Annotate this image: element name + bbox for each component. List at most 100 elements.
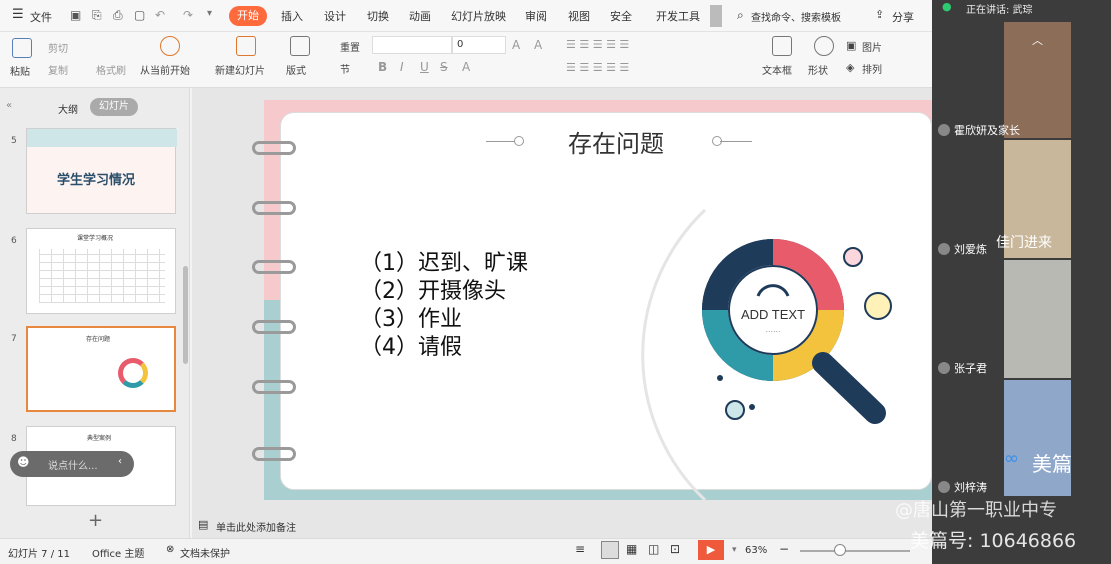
tab-design[interactable]: 设计 [324, 8, 346, 24]
cut-button[interactable]: 剪切 [48, 40, 68, 55]
underline-icon[interactable]: U [420, 60, 429, 74]
zoom-slider-thumb[interactable] [834, 544, 846, 556]
slide-number: 8 [11, 434, 17, 444]
add-slide-button[interactable]: + [88, 510, 103, 531]
tab-animations[interactable]: 动画 [409, 8, 431, 24]
undo-icon[interactable]: ↶ [155, 8, 165, 22]
file-menu[interactable]: 文件 [30, 9, 52, 25]
watermark-line2: 美篇号: 10646866 [910, 530, 1077, 552]
tab-home[interactable]: 开始 [229, 6, 267, 26]
tab-view[interactable]: 视图 [568, 8, 590, 24]
textbox-icon[interactable] [772, 36, 792, 56]
zoom-out-icon[interactable]: − [779, 542, 789, 556]
notes-toggle-icon[interactable]: ≡ [575, 542, 585, 556]
list-item: （3）作业 [360, 307, 462, 332]
bullets-icon[interactable]: ☰ ☰ ☰ ☰ ☰ [566, 38, 629, 51]
shape-button[interactable]: 形状 [808, 62, 828, 77]
layout-icon[interactable] [290, 36, 310, 56]
preview-icon[interactable]: ▢ [134, 8, 145, 22]
slide-thumbnail-7-selected[interactable]: 存在问题 [26, 326, 176, 412]
slide-title[interactable]: 存在问题 [568, 124, 664, 159]
share-button[interactable]: 分享 [892, 9, 914, 25]
shape-icon[interactable] [814, 36, 834, 56]
tab-developer[interactable]: 开发工具 [656, 8, 700, 24]
format-painter-button[interactable]: 格式刷 [96, 62, 126, 77]
increase-font-icon[interactable]: A [512, 38, 520, 52]
search-command-box[interactable]: 查找命令、搜索模板 [751, 9, 841, 24]
normal-view-icon[interactable] [601, 541, 619, 559]
slide-body-list[interactable]: （1）迟到、旷课 （2）开摄像头 （3）作业 （4）请假 [360, 250, 528, 362]
share-icon[interactable]: ⇪ [875, 8, 884, 21]
thumbnail-scrollbar[interactable] [183, 266, 188, 364]
sorter-view-icon[interactable]: ▦ [626, 542, 637, 556]
reset-button[interactable]: 重置 [340, 39, 360, 54]
participant-video[interactable]: ︿ [1004, 22, 1071, 138]
avatar [938, 243, 950, 255]
play-from-current-button[interactable]: 从当前开始 [140, 62, 190, 77]
decor-dot-small [749, 404, 755, 410]
new-slide-icon[interactable] [236, 36, 256, 56]
bold-icon[interactable]: B [378, 60, 387, 74]
font-size-select[interactable]: 0 [452, 36, 506, 54]
slide-thumbnail-5[interactable]: 学生学习情况 [26, 128, 177, 214]
tab-insert[interactable]: 插入 [281, 8, 303, 24]
decor-dot-small [717, 375, 723, 381]
tab-review[interactable]: 审阅 [525, 8, 547, 24]
reading-view-icon[interactable]: ◫ [648, 542, 659, 556]
save-icon[interactable]: ▣ [70, 8, 81, 22]
section-button[interactable]: 节 [340, 61, 350, 76]
picture-button[interactable]: 图片 [862, 39, 882, 54]
copy-button[interactable]: 复制 [48, 62, 68, 77]
participant-video[interactable]: 佳门进来 [996, 140, 1071, 258]
textbox-button[interactable]: 文本框 [762, 62, 792, 77]
tab-more-indicator[interactable] [710, 5, 722, 27]
chevron-left-icon[interactable]: ‹ [118, 456, 122, 467]
participant-video[interactable] [1004, 380, 1071, 496]
participant-name: 刘梓涛 [954, 481, 987, 494]
notes-area[interactable]: ▤ 单击此处添加备注 [198, 518, 498, 534]
chat-input[interactable]: ☻ 说点什么... ‹ [10, 451, 134, 477]
theme-name[interactable]: Office 主题 [92, 545, 144, 560]
play-slideshow-button[interactable]: ▶ [698, 540, 724, 560]
protection-status[interactable]: 文档未保护 [180, 545, 230, 560]
paste-button[interactable]: 粘贴 [10, 63, 30, 78]
collapse-panel-icon[interactable]: « [6, 100, 12, 111]
italic-icon[interactable]: I [400, 60, 404, 74]
emoji-icon[interactable]: ☻ [17, 455, 30, 469]
play-icon[interactable] [160, 36, 180, 56]
tab-slideshow[interactable]: 幻灯片放映 [451, 8, 506, 24]
tab-outline[interactable]: 大纲 [58, 101, 78, 116]
font-family-select[interactable] [372, 36, 452, 54]
presenter-view-icon[interactable]: ⊡ [670, 542, 680, 556]
arrange-icon[interactable]: ◈ [846, 61, 854, 74]
redo-icon[interactable]: ↷ [183, 8, 193, 22]
zoom-level[interactable]: 63% [745, 545, 767, 556]
print-icon[interactable]: ⎙ [113, 8, 123, 23]
slide-number: 7 [11, 334, 17, 344]
arc-decor [641, 208, 707, 500]
chevron-up-icon[interactable]: ︿ [1032, 32, 1043, 48]
align-icon[interactable]: ☰ ☰ ☰ ☰ ☰ [566, 61, 629, 74]
slide-thumbnail-6[interactable]: 课堂学习概况 [26, 228, 176, 314]
magnifier-graphic[interactable]: ADD TEXT ...... [630, 200, 930, 500]
participant-video[interactable] [1004, 260, 1071, 378]
new-slide-button[interactable]: 新建幻灯片 [215, 62, 265, 77]
layout-button[interactable]: 版式 [286, 62, 306, 77]
speaking-indicator: 正在讲话: 武琮 [966, 5, 1033, 16]
decrease-font-icon[interactable]: A [534, 38, 542, 52]
quick-access-dropdown-icon[interactable]: ▾ [207, 8, 212, 19]
tab-transitions[interactable]: 切换 [367, 8, 389, 24]
arrange-button[interactable]: 排列 [862, 61, 882, 76]
menu-icon[interactable]: ☰ [12, 7, 24, 22]
picture-icon[interactable]: ▣ [846, 39, 856, 52]
tab-security[interactable]: 安全 [610, 8, 632, 24]
font-color-icon[interactable]: A [462, 60, 470, 74]
search-icon[interactable]: ⌕ [737, 8, 744, 23]
export-icon[interactable]: ⎘ [92, 8, 102, 23]
paste-icon[interactable] [12, 38, 32, 58]
decor-dot-pink [843, 247, 863, 267]
zoom-slider[interactable] [800, 550, 910, 552]
strikethrough-icon[interactable]: S [440, 60, 448, 74]
tab-slides[interactable]: 幻灯片 [90, 98, 138, 116]
zoom-dropdown-icon[interactable]: ▾ [732, 545, 737, 555]
